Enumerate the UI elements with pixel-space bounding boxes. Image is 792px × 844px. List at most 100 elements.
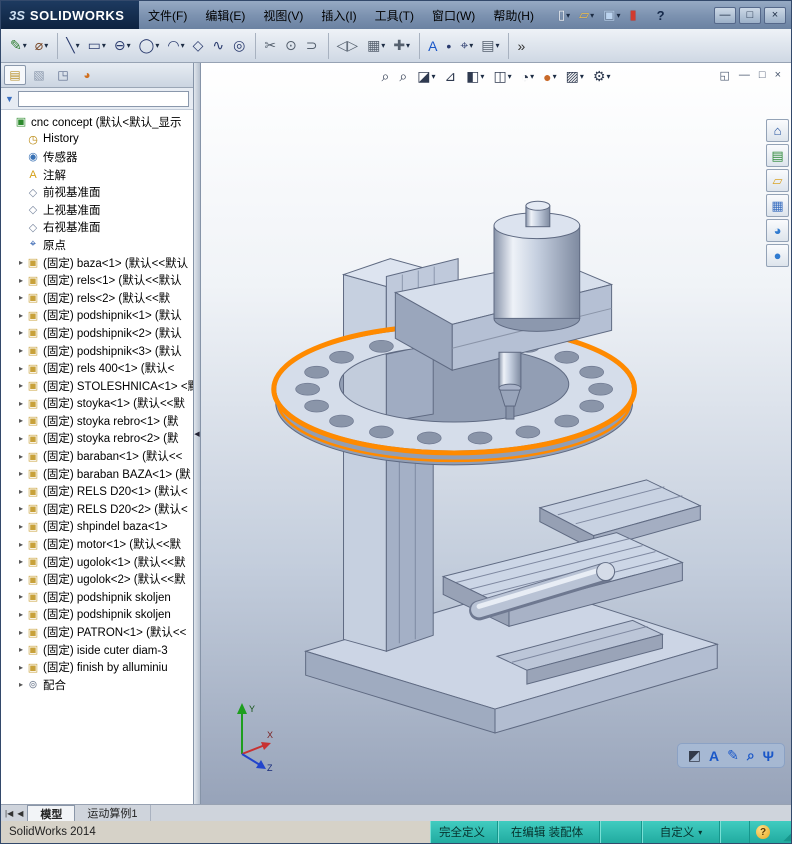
- doc-maximize-icon[interactable]: □: [759, 69, 766, 82]
- doc-close-icon[interactable]: ×: [775, 69, 781, 82]
- expander-icon[interactable]: ▸: [16, 452, 26, 461]
- ink-markup-icon[interactable]: ✎: [727, 747, 739, 764]
- tree-item[interactable]: ▸ ▣ (固定) RELS D20<1> (默认<: [4, 482, 193, 500]
- zoom-fit-icon[interactable]: ⌕: [397, 67, 410, 86]
- expander-icon[interactable]: ▸: [16, 276, 26, 285]
- close-button[interactable]: ×: [764, 6, 786, 24]
- document-tab[interactable]: 模型: [27, 805, 76, 821]
- expander-icon[interactable]: ▸: [16, 680, 26, 689]
- menu-item[interactable]: 文件(F): [139, 1, 196, 29]
- point-icon[interactable]: •: [442, 33, 456, 59]
- expander-icon[interactable]: ▸: [16, 469, 26, 478]
- tree-item[interactable]: ▸ ▣ (固定) finish by alluminiu: [4, 658, 193, 676]
- expander-icon[interactable]: ▸: [16, 522, 26, 531]
- tree-item[interactable]: ▸ ▣ (固定) ugolok<2> (默认<<默: [4, 570, 193, 588]
- arc-icon[interactable]: ◠ ▾: [163, 33, 188, 59]
- expander-icon[interactable]: ▸: [16, 592, 26, 601]
- expander-icon[interactable]: ▸: [16, 610, 26, 619]
- open-icon[interactable]: ▱ ▾: [576, 5, 597, 25]
- expander-icon[interactable]: ▸: [16, 328, 26, 337]
- expander-icon[interactable]: ▸: [16, 575, 26, 584]
- tree-item[interactable]: ▸ ▣ (固定) rels<1> (默认<<默认: [4, 271, 193, 289]
- tree-item[interactable]: ▸ ▣ (固定) podshipnik<2> (默认: [4, 324, 193, 342]
- expander-icon[interactable]: ▸: [16, 258, 26, 267]
- edit-appearance-icon[interactable]: ● ▾: [541, 68, 558, 86]
- design-library-icon[interactable]: ▤: [766, 144, 789, 167]
- tree-item[interactable]: ▸ ⊚ 配合: [4, 676, 193, 694]
- tab-scroll-icon[interactable]: |◀: [5, 809, 13, 818]
- featuremanager-tab[interactable]: ▤: [4, 65, 26, 85]
- smart-dimension-icon[interactable]: ⌀ ▾: [31, 33, 52, 59]
- assembly-model[interactable]: [201, 63, 791, 804]
- menu-item[interactable]: 视图(V): [254, 1, 312, 29]
- text-note-icon[interactable]: A: [709, 748, 719, 764]
- expander-icon[interactable]: ▸: [16, 504, 26, 513]
- hide-show-icon[interactable]: ◔ ▾: [519, 68, 536, 86]
- rectangle-icon[interactable]: ▭ ▾: [84, 33, 110, 59]
- ellipse-icon[interactable]: ◎: [229, 33, 250, 59]
- expander-icon[interactable]: ▸: [16, 540, 26, 549]
- panel-splitter[interactable]: ◀: [194, 63, 201, 804]
- tree-item[interactable]: ▸ ▣ (固定) stoyka rebro<2> (默: [4, 430, 193, 448]
- view-orientation-icon[interactable]: ◧ ▾: [464, 67, 486, 86]
- expander-icon[interactable]: ▸: [16, 645, 26, 654]
- zoom-area-icon[interactable]: ⌕: [380, 67, 393, 86]
- spline-icon[interactable]: ∿: [208, 33, 229, 59]
- menu-item[interactable]: 编辑(E): [196, 1, 254, 29]
- expander-icon[interactable]: ▸: [16, 346, 26, 355]
- tree-item[interactable]: ▸ ▣ (固定) stoyka<1> (默认<<默: [4, 395, 193, 413]
- microphone-icon[interactable]: Ψ: [763, 748, 774, 764]
- tree-item[interactable]: ▸ ▣ (固定) PATRON<1> (默认<<: [4, 623, 193, 641]
- panel-collapse-icon[interactable]: ◀: [194, 430, 199, 438]
- tree-item[interactable]: ▣ cnc concept (默认<默认_显示: [4, 113, 193, 131]
- expander-icon[interactable]: ▸: [16, 628, 26, 637]
- graphics-viewport[interactable]: ⌕ ⌕ ◪ ▾ ⊿ ◧ ▾ ◫ ▾ ◔ ▾ ● ▾ ▨ ▾ ⚙ ▾ ◱ — □ …: [201, 63, 791, 804]
- configurationmanager-tab[interactable]: ◳: [52, 65, 74, 85]
- sketch-icon[interactable]: ✎ ▾: [6, 33, 31, 59]
- polygon-icon[interactable]: ◇: [189, 33, 209, 59]
- view-settings-icon[interactable]: ⚙ ▾: [591, 67, 613, 86]
- toolbar-overflow-icon[interactable]: »: [508, 32, 530, 59]
- expander-icon[interactable]: ▸: [16, 487, 26, 496]
- grid-icon[interactable]: ▤ ▾: [477, 33, 503, 59]
- circle-icon[interactable]: ◯ ▾: [135, 33, 164, 59]
- chevron-down-icon[interactable]: ▾: [698, 828, 702, 837]
- appearances-icon[interactable]: ◕: [766, 219, 789, 242]
- mirror-icon[interactable]: ◁▷: [327, 32, 364, 59]
- trim-icon[interactable]: ✂: [255, 32, 281, 59]
- expander-icon[interactable]: ▸: [16, 293, 26, 302]
- new-document-icon[interactable]: ▯ ▾: [555, 5, 573, 25]
- tree-item[interactable]: ▸ ▣ (固定) podshipnik<1> (默认: [4, 307, 193, 325]
- doc-restore-icon[interactable]: ◱: [720, 69, 730, 82]
- tree-item[interactable]: ▸ ▣ (固定) rels<2> (默认<<默: [4, 289, 193, 307]
- tree-item[interactable]: ▸ ▣ (固定) podshipnik<3> (默认: [4, 342, 193, 360]
- tree-item[interactable]: ▸ ▣ (固定) baraban BAZA<1> (默: [4, 465, 193, 483]
- section-view-icon[interactable]: ◪ ▾: [415, 67, 437, 86]
- custom-properties-icon[interactable]: ●: [766, 244, 789, 267]
- options-icon[interactable]: ▮: [626, 5, 640, 25]
- help-icon[interactable]: ?: [756, 825, 770, 839]
- quick-snaps-icon[interactable]: ⌖ ▾: [456, 33, 477, 59]
- linear-pattern-icon[interactable]: ▦ ▾: [363, 33, 389, 59]
- resources-home-icon[interactable]: ⌂: [766, 119, 789, 142]
- document-tab[interactable]: 运动算例1: [75, 805, 151, 821]
- tree-item[interactable]: ◇ 前视基准面: [4, 183, 193, 201]
- expander-icon[interactable]: ▸: [16, 434, 26, 443]
- tree-item[interactable]: ▸ ▣ (固定) ugolok<1> (默认<<默: [4, 553, 193, 571]
- resize-grip[interactable]: ◢: [776, 821, 791, 843]
- tree-item[interactable]: ▸ ▣ (固定) rels 400<1> (默认<: [4, 359, 193, 377]
- expander-icon[interactable]: ▸: [16, 399, 26, 408]
- expander-icon[interactable]: ▸: [16, 364, 26, 373]
- minimize-button[interactable]: —: [714, 6, 736, 24]
- measure-icon[interactable]: ⊿: [442, 67, 459, 86]
- tree-item[interactable]: ▸ ▣ (固定) iside cuter diam-3: [4, 641, 193, 659]
- tree-filter-input[interactable]: [17, 90, 189, 107]
- magnifier-icon[interactable]: ⌕: [747, 747, 755, 764]
- line-icon[interactable]: ╲ ▾: [57, 32, 83, 59]
- text-icon[interactable]: A: [419, 32, 442, 59]
- tree-item[interactable]: ▸ ▣ (固定) shpindel baza<1>: [4, 518, 193, 536]
- tree-item[interactable]: ▸ ▣ (固定) STOLESHNICA<1> <默: [4, 377, 193, 395]
- menu-item[interactable]: 插入(I): [312, 1, 365, 29]
- menu-item[interactable]: 工具(T): [366, 1, 423, 29]
- doc-minimize-icon[interactable]: —: [739, 69, 750, 82]
